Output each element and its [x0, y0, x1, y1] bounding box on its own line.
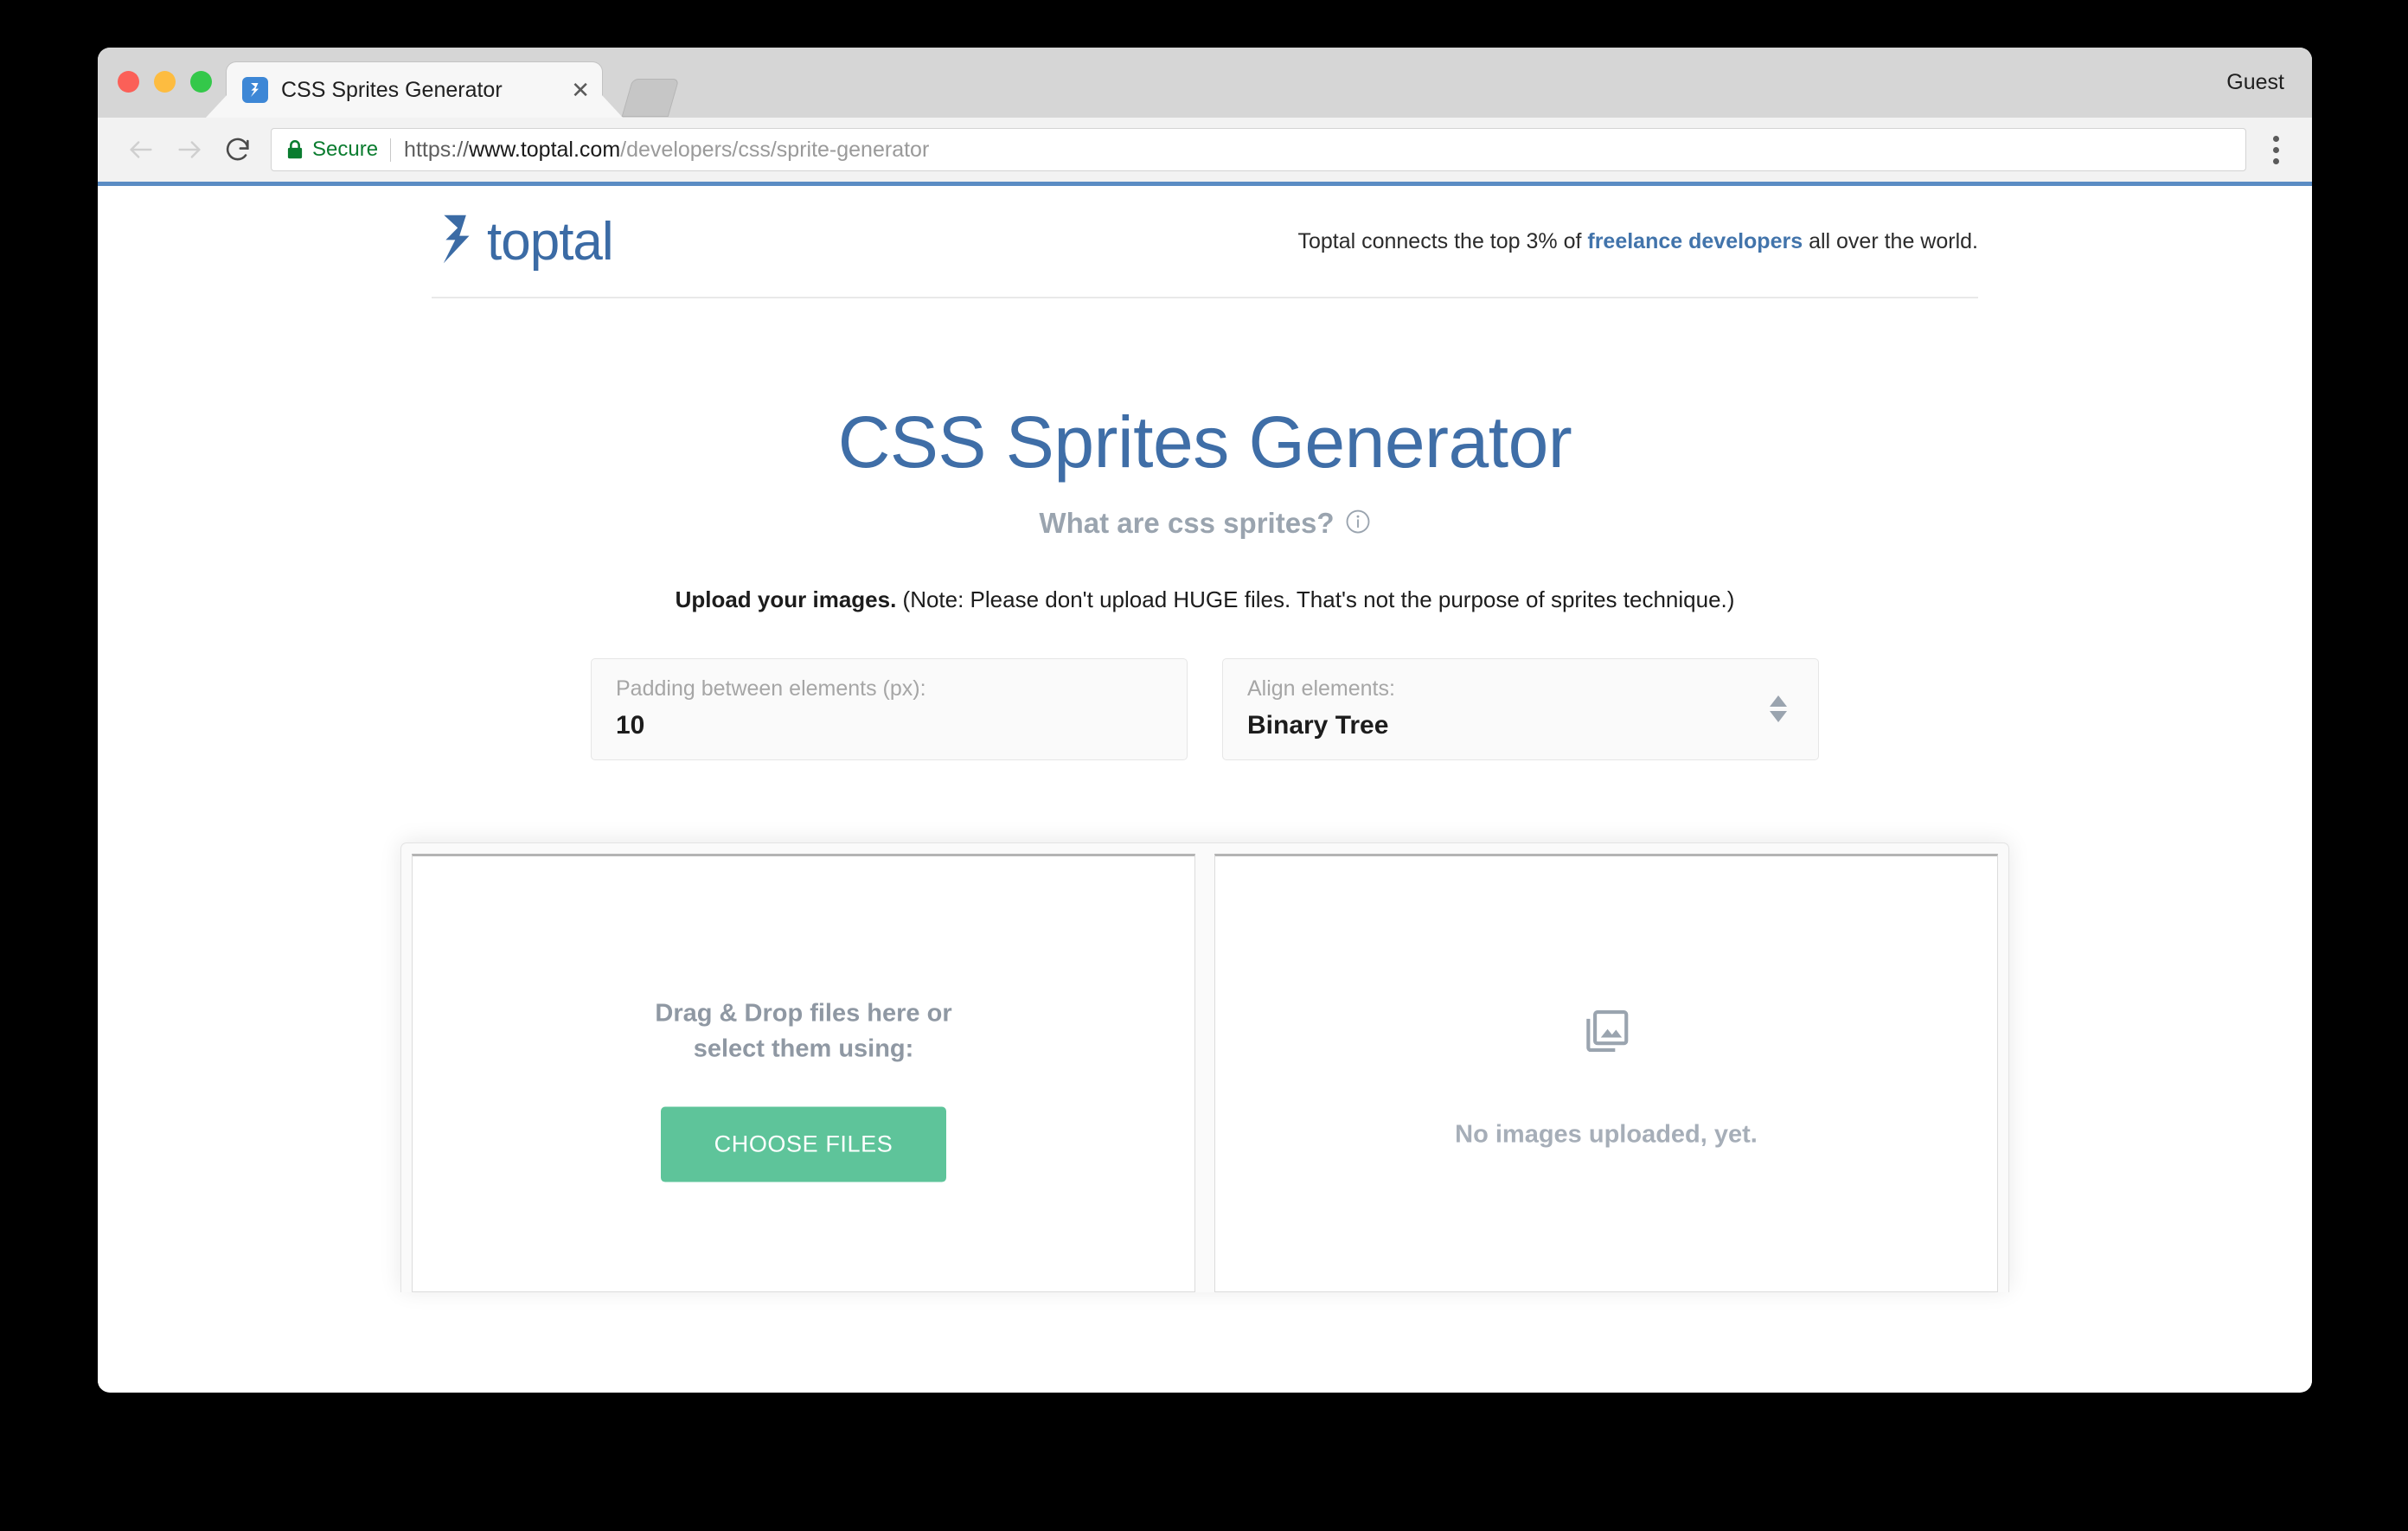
menu-dot: [2272, 146, 2279, 153]
toptal-wordmark: toptal: [487, 211, 614, 272]
freelance-developers-link[interactable]: freelance developers: [1587, 229, 1803, 253]
address-url: https://www.toptal.com/developers/css/sp…: [404, 138, 929, 163]
padding-field-value[interactable]: 10: [616, 711, 1162, 740]
preview-panel: No images uploaded, yet.: [1214, 854, 1998, 1292]
profile-guest-label[interactable]: Guest: [2226, 70, 2284, 95]
tagline-prefix: Toptal connects the top 3% of: [1297, 228, 1588, 253]
card-wrapper: Drag & Drop files here or select them us…: [375, 842, 2035, 1292]
stepper-arrows-icon[interactable]: [1770, 695, 1787, 722]
menu-dot: [2272, 135, 2279, 142]
padding-field-label: Padding between elements (px):: [616, 676, 926, 701]
lock-icon: [285, 139, 304, 160]
info-circle-icon[interactable]: [1345, 509, 1371, 539]
secure-label: Secure: [312, 138, 379, 161]
dropzone-label-line2: select them using:: [693, 1035, 914, 1063]
window-traffic-lights: [118, 71, 212, 93]
subtitle-row[interactable]: What are css sprites?: [375, 507, 2035, 540]
upload-instructions-bold: Upload your images.: [675, 586, 897, 612]
tagline-suffix: all over the world.: [1803, 228, 1978, 253]
choose-files-button[interactable]: CHOOSE FILES: [660, 1106, 947, 1182]
close-window-button[interactable]: [118, 71, 139, 93]
page-container: toptal Toptal connects the top 3% of fre…: [375, 186, 2035, 1292]
browser-toolbar: Secure https://www.toptal.com/developers…: [98, 118, 2312, 186]
maximize-window-button[interactable]: [190, 71, 212, 93]
image-library-icon: [1579, 1009, 1633, 1062]
header-tagline: Toptal connects the top 3% of freelance …: [1297, 229, 1978, 254]
overflow-menu-icon[interactable]: [2258, 135, 2293, 164]
page-viewport: toptal Toptal connects the top 3% of fre…: [98, 186, 2312, 1388]
url-host: www.toptal.com: [469, 137, 621, 162]
preview-empty-state: No images uploaded, yet.: [1215, 1005, 1997, 1149]
url-path: /developers/css/sprite-generator: [620, 137, 930, 162]
toptal-mark-icon: [432, 213, 480, 271]
align-select-label: Align elements:: [1247, 676, 1395, 701]
url-scheme: https://: [404, 137, 470, 162]
dropzone-panel[interactable]: Drag & Drop files here or select them us…: [412, 854, 1195, 1292]
browser-tab-strip: CSS Sprites Generator ✕ Guest: [98, 48, 2312, 118]
browser-tab-title: CSS Sprites Generator: [281, 77, 503, 102]
reload-icon[interactable]: [214, 125, 262, 174]
sprite-generator-card: Drag & Drop files here or select them us…: [400, 842, 2009, 1292]
dropzone-label-line1: Drag & Drop files here or: [655, 999, 952, 1028]
what-are-css-sprites-label: What are css sprites?: [1039, 507, 1335, 539]
back-icon[interactable]: [117, 125, 165, 174]
dropzone-label: Drag & Drop files here or select them us…: [413, 996, 1194, 1067]
browser-window: CSS Sprites Generator ✕ Guest Secure htt…: [98, 48, 2312, 1393]
forward-icon[interactable]: [165, 125, 214, 174]
padding-field[interactable]: Padding between elements (px): 10: [591, 658, 1188, 760]
upload-instructions: Upload your images. (Note: Please don't …: [375, 586, 2035, 613]
align-select-value: Binary Tree: [1247, 711, 1389, 740]
dropzone-content: Drag & Drop files here or select them us…: [413, 996, 1194, 1182]
close-tab-button[interactable]: ✕: [571, 79, 590, 101]
site-header: toptal Toptal connects the top 3% of fre…: [432, 186, 1978, 298]
upload-instructions-note: (Note: Please don't upload HUGE files. T…: [896, 586, 1735, 612]
no-images-label: No images uploaded, yet.: [1455, 1119, 1758, 1148]
toptal-logo[interactable]: toptal: [432, 211, 614, 272]
minimize-window-button[interactable]: [154, 71, 176, 93]
toptal-favicon-icon: [242, 77, 268, 103]
address-bar[interactable]: Secure https://www.toptal.com/developers…: [271, 128, 2246, 171]
hero-section: CSS Sprites Generator What are css sprit…: [375, 298, 2035, 760]
options-row: Padding between elements (px): 10 Align …: [375, 658, 2035, 760]
new-tab-button[interactable]: [621, 79, 680, 117]
browser-tab[interactable]: CSS Sprites Generator ✕: [226, 61, 603, 118]
align-select[interactable]: Align elements: Binary Tree: [1222, 658, 1819, 760]
page-title: CSS Sprites Generator: [837, 401, 1572, 483]
address-divider: [390, 138, 392, 162]
menu-dot: [2272, 157, 2279, 164]
